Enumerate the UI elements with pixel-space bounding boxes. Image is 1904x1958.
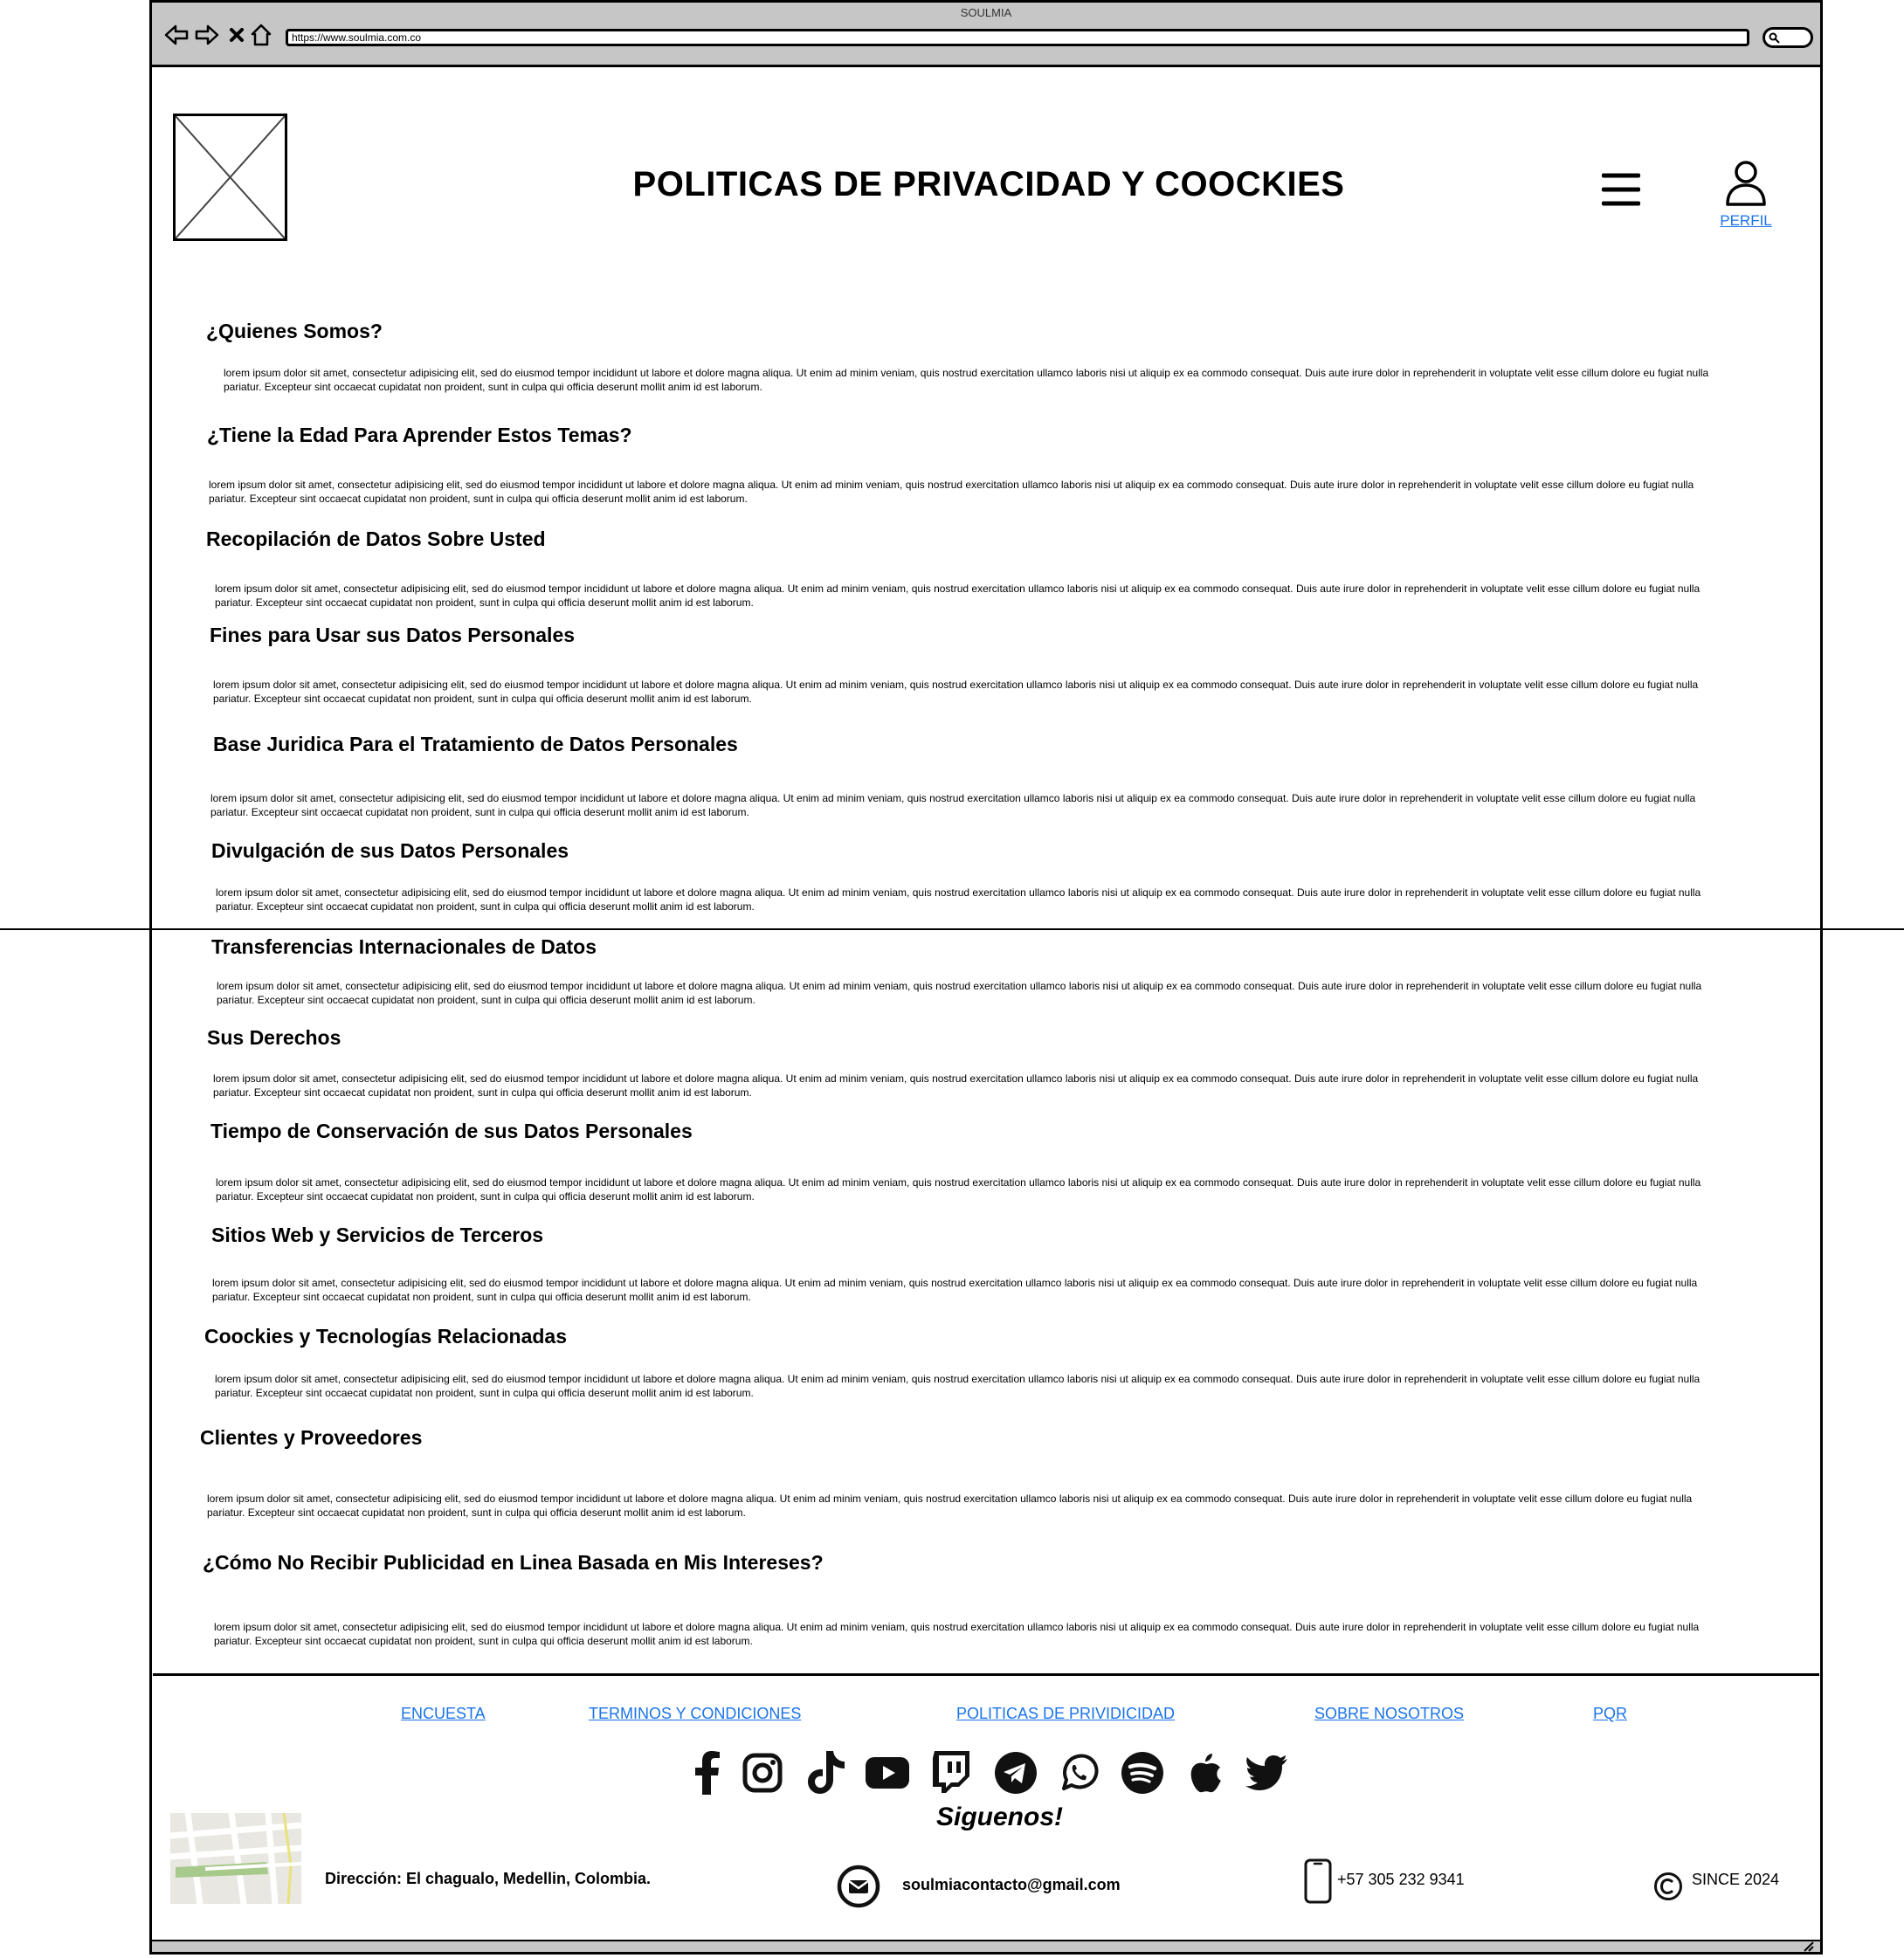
divider-line (0, 928, 1904, 930)
twitter-icon[interactable] (1242, 1748, 1291, 1797)
whatsapp-icon[interactable] (1055, 1748, 1104, 1797)
spotify-icon[interactable] (1118, 1748, 1167, 1797)
footer-link-sobre-nosotros[interactable]: SOBRE NOSOTROS (1314, 1705, 1464, 1723)
apple-icon[interactable] (1182, 1748, 1231, 1797)
section-body-publicidad: lorem ipsum dolor sit amet, consectetur … (214, 1621, 1700, 1647)
footer-phone[interactable]: +57 305 232 9341 (1337, 1871, 1465, 1889)
profile-link[interactable]: PERFIL (1715, 212, 1776, 230)
close-icon[interactable] (224, 22, 250, 48)
footer-link-encuesta[interactable]: ENCUESTA (401, 1705, 486, 1723)
url-input[interactable]: https://www.soulmia.com.co (286, 29, 1749, 46)
footer-link-pqr[interactable]: PQR (1593, 1705, 1627, 1723)
section-heading-edad: ¿Tiene la Edad Para Aprender Estos Temas… (207, 424, 632, 446)
footer-since: SINCE 2024 (1692, 1871, 1780, 1888)
profile-button[interactable]: PERFIL (1715, 161, 1776, 230)
section-body-conservacion: lorem ipsum dolor sit amet, consectetur … (216, 1176, 1701, 1203)
tiktok-icon[interactable] (802, 1748, 851, 1797)
section-heading-coockies: Coockies y Tecnologías Relacionadas (204, 1325, 567, 1348)
section-heading-base-juridica: Base Juridica Para el Tratamiento de Dat… (213, 733, 738, 755)
section-heading-transferencias: Transferencias Internacionales de Datos (211, 935, 597, 958)
home-icon[interactable] (248, 22, 274, 48)
twitch-icon[interactable] (927, 1748, 976, 1797)
section-heading-derechos: Sus Derechos (207, 1026, 341, 1049)
section-body-edad: lorem ipsum dolor sit amet, consectetur … (209, 479, 1694, 505)
telegram-icon[interactable] (991, 1748, 1040, 1797)
map-thumbnail[interactable] (169, 1812, 302, 1905)
browser-status-bar (152, 1940, 1820, 1952)
section-heading-quienes-somos: ¿Quienes Somos? (206, 320, 383, 342)
browser-search-button[interactable] (1763, 27, 1813, 48)
instagram-icon[interactable] (738, 1748, 787, 1797)
section-body-quienes-somos: lorem ipsum dolor sit amet, consectetur … (224, 367, 1709, 393)
phone-icon (1304, 1858, 1332, 1908)
logo-placeholder[interactable] (173, 114, 287, 241)
youtube-icon[interactable] (863, 1748, 912, 1797)
section-body-terceros: lorem ipsum dolor sit amet, consectetur … (212, 1277, 1698, 1303)
footer-email[interactable]: soulmiacontacto@gmail.com (902, 1876, 1121, 1894)
browser-titlebar: SOULMIA https://www.soulmia.com.co (152, 3, 1820, 67)
footer: ENCUESTA TERMINOS Y CONDICIONES POLITICA… (153, 1673, 1819, 1944)
section-body-clientes: lorem ipsum dolor sit amet, consectetur … (207, 1493, 1693, 1519)
section-body-derechos: lorem ipsum dolor sit amet, consectetur … (213, 1072, 1699, 1099)
browser-window: SOULMIA https://www.soulmia.com.co POLIT… (149, 0, 1823, 1955)
follow-us-label: Siguenos! (936, 1803, 1064, 1831)
section-body-fines: lorem ipsum dolor sit amet, consectetur … (213, 679, 1699, 705)
email-icon (837, 1865, 880, 1913)
page-title: POLITICAS DE PRIVACIDAD Y COOCKIES (632, 165, 1345, 203)
section-body-base-juridica: lorem ipsum dolor sit amet, consectetur … (210, 792, 1696, 818)
back-arrow-icon[interactable] (163, 22, 190, 48)
footer-link-politicas[interactable]: POLITICAS DE PRIVIDICIDAD (956, 1705, 1175, 1723)
window-title: SOULMIA (960, 6, 1012, 19)
section-heading-conservacion: Tiempo de Conservación de sus Datos Pers… (210, 1120, 693, 1142)
search-icon (1769, 32, 1780, 44)
user-icon (1726, 161, 1766, 206)
section-body-transferencias: lorem ipsum dolor sit amet, consectetur … (217, 980, 1702, 1006)
section-body-divulgacion: lorem ipsum dolor sit amet, consectetur … (216, 886, 1701, 913)
section-heading-clientes: Clientes y Proveedores (200, 1426, 423, 1449)
resize-grip-icon[interactable] (1801, 1941, 1815, 1952)
section-body-coockies: lorem ipsum dolor sit amet, consectetur … (215, 1373, 1700, 1399)
section-heading-divulgacion: Divulgación de sus Datos Personales (211, 839, 569, 862)
copyright-icon (1653, 1872, 1683, 1906)
footer-link-terminos[interactable]: TERMINOS Y CONDICIONES (589, 1705, 801, 1723)
section-body-recopilacion: lorem ipsum dolor sit amet, consectetur … (215, 583, 1700, 609)
section-heading-fines: Fines para Usar sus Datos Personales (210, 624, 576, 646)
facebook-icon[interactable] (682, 1748, 731, 1797)
section-heading-publicidad: ¿Cómo No Recibir Publicidad en Linea Bas… (203, 1551, 824, 1574)
section-heading-terceros: Sitios Web y Servicios de Terceros (211, 1224, 544, 1246)
footer-address: Dirección: El chagualo, Medellin, Colomb… (325, 1870, 652, 1887)
hamburger-menu-icon[interactable] (1601, 172, 1641, 211)
forward-arrow-icon[interactable] (194, 22, 220, 48)
section-heading-recopilacion: Recopilación de Datos Sobre Usted (206, 527, 546, 550)
